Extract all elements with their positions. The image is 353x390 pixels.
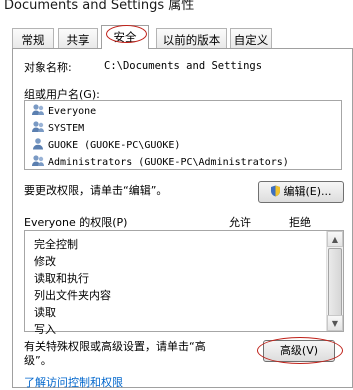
users-group-icon bbox=[31, 120, 45, 133]
permission-item: 列出文件夹内容 bbox=[34, 289, 111, 302]
user-icon bbox=[31, 137, 45, 150]
tab-previous-versions-label: 以前的版本 bbox=[162, 33, 221, 47]
tab-sharing-label: 共享 bbox=[66, 33, 90, 47]
security-tab-panel: 对象名称: C:\Documents and Settings 组或用户名(G)… bbox=[12, 48, 353, 388]
advanced-button-label: 高级(V) bbox=[279, 344, 319, 357]
tab-previous-versions[interactable]: 以前的版本 bbox=[156, 28, 227, 48]
permission-item: 读取和执行 bbox=[34, 272, 89, 285]
permission-item: 写入 bbox=[34, 323, 56, 336]
user-item-system[interactable]: SYSTEM bbox=[31, 120, 84, 136]
permission-item: 修改 bbox=[34, 255, 56, 268]
tab-general[interactable]: 常规 bbox=[12, 28, 54, 48]
uac-shield-icon bbox=[270, 184, 281, 204]
tab-security-label: 安全 bbox=[113, 30, 137, 44]
tab-customize[interactable]: 自定义 bbox=[230, 28, 272, 48]
edit-button[interactable]: 编辑(E)... bbox=[258, 181, 344, 203]
edit-button-label: 编辑(E)... bbox=[283, 185, 332, 198]
permissions-listbox[interactable]: 完全控制 修改 读取和执行 列出文件夹内容 读取 写入 ▲ ▼ bbox=[24, 230, 344, 336]
object-name-value: C:\Documents and Settings bbox=[104, 60, 263, 72]
user-item-label: Administrators (GUOKE-PC\Administrators) bbox=[48, 157, 289, 168]
advanced-hint-line2: 级”。 bbox=[24, 354, 52, 367]
user-item-label: SYSTEM bbox=[48, 123, 85, 134]
tab-general-label: 常规 bbox=[21, 33, 45, 47]
window-title: Documents and Settings 属性 bbox=[4, 0, 195, 13]
user-item-guoke[interactable]: GUOKE (GUOKE-PC\GUOKE) bbox=[31, 137, 180, 153]
user-item-label: Everyone bbox=[48, 106, 97, 117]
scrollbar-thumb[interactable] bbox=[328, 248, 342, 324]
object-name-label: 对象名称: bbox=[24, 61, 72, 74]
permissions-scrollbar[interactable]: ▲ ▼ bbox=[326, 231, 343, 331]
edit-hint: 要更改权限，请单击“编辑”。 bbox=[24, 184, 168, 197]
permissions-deny-header: 拒绝 bbox=[289, 216, 311, 229]
permissions-allow-header: 允许 bbox=[229, 216, 251, 229]
tab-security[interactable]: 安全 bbox=[101, 25, 149, 49]
tab-customize-label: 自定义 bbox=[233, 33, 269, 47]
scroll-up-arrow-icon[interactable]: ▲ bbox=[327, 231, 343, 247]
user-item-label: GUOKE (GUOKE-PC\GUOKE) bbox=[48, 140, 181, 151]
users-listbox[interactable]: Everyone SYSTEM GUOKE (GUOKE-PC\GUOKE) A… bbox=[24, 100, 342, 170]
scroll-down-arrow-icon[interactable]: ▼ bbox=[327, 315, 343, 331]
user-item-administrators[interactable]: Administrators (GUOKE-PC\Administrators) bbox=[31, 154, 289, 170]
users-group-icon bbox=[31, 154, 45, 167]
permissions-header: Everyone 的权限(P) bbox=[24, 216, 128, 229]
tab-sharing[interactable]: 共享 bbox=[58, 28, 98, 48]
advanced-button[interactable]: 高级(V) bbox=[263, 340, 335, 362]
access-control-help-link[interactable]: 了解访问控制和权限 bbox=[24, 374, 123, 390]
user-item-everyone[interactable]: Everyone bbox=[31, 103, 96, 119]
permission-item: 读取 bbox=[34, 306, 56, 319]
permission-item: 完全控制 bbox=[34, 238, 78, 251]
users-group-icon bbox=[31, 103, 45, 116]
